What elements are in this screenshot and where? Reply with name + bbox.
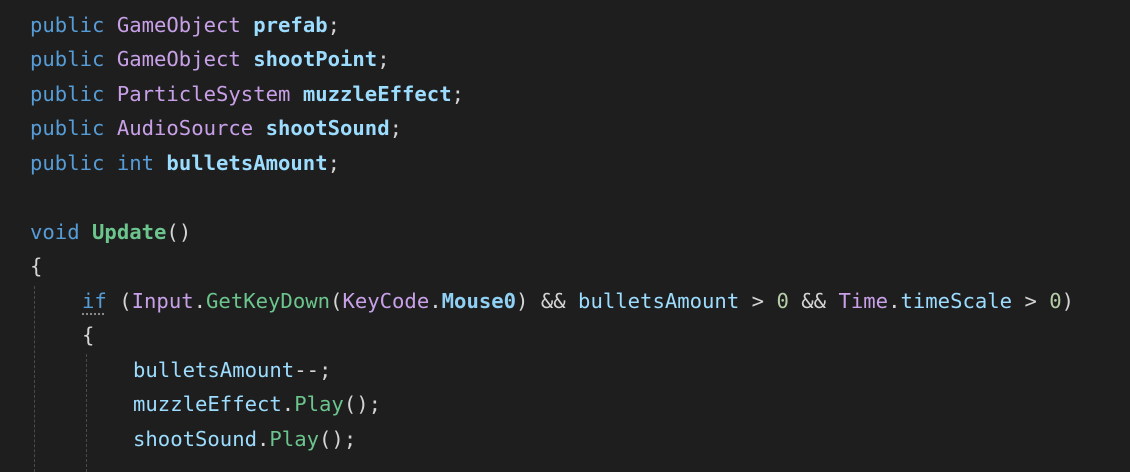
code-line[interactable]: bulletsAmount--; [133,353,331,387]
indent-guide [34,286,35,472]
code-token: bulletsAmount [133,358,295,382]
code-token: . [888,289,901,313]
code-token: timeScale [900,289,1013,313]
code-line[interactable]: public GameObject prefab; [30,8,340,42]
code-token: Time [838,289,889,313]
code-line[interactable]: public GameObject shootPoint; [30,42,390,76]
code-token: public [30,47,105,71]
code-line[interactable]: void Update() [30,215,191,249]
code-token: public [30,116,105,140]
code-token: bulletsAmount [578,289,740,313]
code-token: --; [294,358,332,382]
code-token: 0 [1049,289,1062,313]
code-token: () [166,220,192,244]
code-token: ; [327,13,341,37]
code-token: muzzleEffect [133,392,282,416]
code-token: ) && [516,289,579,313]
code-token: bulletsAmount [166,151,328,175]
code-token: ; [389,116,403,140]
code-line[interactable]: muzzleEffect.Play(); [133,387,381,421]
code-token: shootPoint [253,47,378,71]
code-line[interactable]: { [30,249,42,283]
indent-guide [86,354,87,472]
code-token: Play [269,427,320,451]
code-line[interactable]: public ParticleSystem muzzleEffect; [30,77,464,111]
code-token: { [30,254,43,278]
code-token: . [281,392,295,416]
code-line[interactable]: shootSound.Play(); [133,422,356,456]
code-token: Play [294,392,344,416]
code-token: (); [343,392,382,416]
code-editor[interactable]: public GameObject prefab; public GameObj… [0,0,1130,472]
code-token: GameObject [116,13,241,37]
code-token: ) [1061,289,1075,313]
code-token: prefab [253,13,328,37]
code-token: public [30,151,105,175]
code-token: . [193,289,207,313]
code-token: > [1012,289,1050,313]
code-token: && [788,289,839,313]
code-token: Update [92,220,167,244]
code-token: ( [106,289,132,313]
code-token: void [30,220,80,244]
code-token: > [739,289,777,313]
code-token: GetKeyDown [206,289,331,313]
code-token: AudioSource [116,116,254,140]
code-token: ( [330,289,343,313]
code-token: ; [377,47,390,71]
code-token: KeyCode [342,289,430,313]
code-token: shootSound [265,116,390,140]
code-line[interactable]: if (Input.GetKeyDown(KeyCode.Mouse0) && … [82,284,1074,318]
code-token: . [429,289,442,313]
code-token: if [82,289,107,313]
code-token: (); [319,427,357,451]
code-token: public [30,13,105,37]
code-line[interactable]: { [82,318,94,352]
code-token: ; [451,82,465,106]
code-line[interactable]: public AudioSource shootSound; [30,111,402,145]
code-token: Input [131,289,194,313]
code-token: . [257,427,270,451]
code-token: ; [327,151,341,175]
code-token: int [116,151,155,175]
code-token: ParticleSystem [116,82,291,106]
code-token: 0 [776,289,789,313]
code-token: GameObject [116,47,241,71]
code-token: public [30,82,105,106]
code-token: muzzleEffect [302,82,452,106]
code-token: shootSound [133,427,257,451]
code-token: { [82,323,95,347]
code-token: Mouse0 [441,289,517,313]
code-line[interactable]: public int bulletsAmount; [30,146,340,180]
